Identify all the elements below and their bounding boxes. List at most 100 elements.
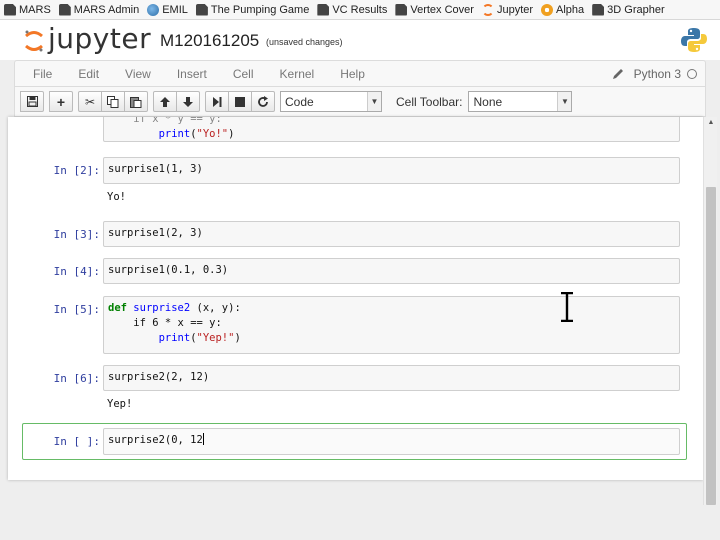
kernel-name[interactable]: Python 3 bbox=[634, 67, 681, 81]
refresh-icon bbox=[258, 95, 268, 107]
bookmark-label: The Pumping Game bbox=[210, 3, 310, 16]
arrow-down-icon bbox=[183, 96, 193, 107]
bookmark-label: Jupyter bbox=[496, 3, 534, 16]
jupyter-icon bbox=[481, 3, 494, 16]
save-button[interactable] bbox=[20, 91, 44, 112]
globe-icon bbox=[147, 3, 160, 16]
bookmark-item[interactable]: Vertex Cover bbox=[395, 3, 474, 16]
bookmark-label: Alpha bbox=[556, 3, 585, 16]
cell-input[interactable]: surprise1(0.1, 0.3) bbox=[103, 258, 680, 284]
save-status: (unsaved changes) bbox=[266, 37, 343, 47]
code-line: print("Yep!") bbox=[158, 332, 241, 344]
paste-button[interactable] bbox=[124, 91, 148, 112]
cut-button[interactable]: ✂ bbox=[78, 91, 102, 112]
step-forward-icon bbox=[213, 96, 222, 107]
code-line: if 6 * x == y: bbox=[133, 317, 222, 329]
scroll-up-icon[interactable]: ▲ bbox=[704, 117, 718, 129]
cell-toolbar-select[interactable]: None ▼ bbox=[468, 91, 573, 112]
insert-cell-button[interactable]: + bbox=[49, 91, 73, 112]
interrupt-kernel-button[interactable] bbox=[228, 91, 252, 112]
page-icon bbox=[195, 3, 208, 16]
cell-prompt: In [6]: bbox=[53, 372, 100, 385]
kernel-idle-icon bbox=[687, 68, 697, 79]
bookmark-label: MARS Admin bbox=[73, 3, 140, 16]
cell-input[interactable]: if x * y == y: print("Yo!") bbox=[103, 117, 680, 142]
copy-button[interactable] bbox=[101, 91, 125, 112]
cell-prompt: In [3]: bbox=[53, 228, 100, 241]
cell-prompt: In [4]: bbox=[53, 265, 100, 278]
bookmark-label: MARS bbox=[19, 3, 51, 16]
python-logo-icon bbox=[681, 28, 707, 52]
cell-input[interactable]: surprise1(2, 3) bbox=[103, 221, 680, 247]
move-down-button[interactable] bbox=[176, 91, 200, 112]
menu-cell[interactable]: Cell bbox=[233, 67, 254, 81]
menu-edit[interactable]: Edit bbox=[78, 67, 99, 81]
menu-kernel[interactable]: Kernel bbox=[280, 67, 315, 81]
cell-type-select[interactable]: Code ▼ bbox=[280, 91, 382, 112]
bookmark-item[interactable]: MARS Admin bbox=[58, 3, 140, 16]
bookmark-item[interactable]: 3D Grapher bbox=[592, 3, 665, 16]
cell-type-value: Code bbox=[285, 94, 314, 109]
notebook-container: if x * y == y: print("Yo!") In [2]: surp… bbox=[8, 117, 703, 480]
cell-input[interactable]: surprise1(1, 3) bbox=[103, 157, 680, 184]
kernel-indicator: Python 3 bbox=[612, 67, 697, 81]
bookmark-item[interactable]: Jupyter bbox=[481, 3, 534, 16]
cell-input[interactable]: surprise2(2, 12) bbox=[103, 365, 680, 391]
code-line: if x * y == y: bbox=[133, 117, 222, 125]
gear-icon bbox=[541, 3, 554, 16]
cell-input[interactable]: surprise2(0, 12 bbox=[103, 428, 680, 455]
bookmark-item[interactable]: EMIL bbox=[147, 3, 188, 16]
menubar: File Edit View Insert Cell Kernel Help P… bbox=[14, 60, 706, 87]
bookmark-label: 3D Grapher bbox=[607, 3, 665, 16]
notebook-toolbar: + ✂ Code ▼ Cell Toolbar: None ▼ bbox=[14, 87, 706, 117]
page-icon bbox=[395, 3, 408, 16]
code-line: print("Yo!") bbox=[158, 128, 235, 140]
page-icon bbox=[4, 3, 16, 16]
run-cell-button[interactable] bbox=[205, 91, 229, 112]
bookmark-label: VC Results bbox=[332, 3, 388, 16]
copy-icon bbox=[107, 95, 119, 108]
scissors-icon: ✂ bbox=[84, 94, 96, 109]
cell-output: Yo! bbox=[107, 191, 126, 203]
bookmark-item[interactable]: VC Results bbox=[317, 3, 388, 16]
chevron-down-icon: ▼ bbox=[367, 92, 381, 111]
cell-toolbar-label: Cell Toolbar: bbox=[396, 94, 463, 109]
cell-prompt: In [2]: bbox=[53, 164, 100, 177]
bookmark-item[interactable]: Alpha bbox=[541, 3, 585, 16]
page-icon bbox=[58, 3, 71, 16]
chevron-down-icon: ▼ bbox=[557, 92, 572, 111]
bookmark-label: EMIL bbox=[162, 3, 188, 16]
bookmark-label: Vertex Cover bbox=[410, 3, 474, 16]
bookmarks-bar: MARS MARS Admin EMIL The Pumping Game VC Res… bbox=[0, 0, 720, 20]
text-cursor bbox=[202, 433, 204, 445]
notebook-header: jupyter M120161205 (unsaved changes) bbox=[0, 20, 720, 60]
bookmark-item[interactable]: The Pumping Game bbox=[195, 3, 310, 16]
pencil-icon[interactable] bbox=[612, 68, 624, 80]
plus-icon: + bbox=[56, 93, 66, 110]
notebook-title[interactable]: M120161205 bbox=[160, 31, 259, 51]
menu-help[interactable]: Help bbox=[340, 67, 365, 81]
jupyter-logo-icon bbox=[25, 30, 43, 52]
save-icon bbox=[26, 96, 38, 107]
cell-toolbar-value: None bbox=[473, 94, 503, 109]
page-icon bbox=[592, 3, 605, 16]
code-text: surprise2(0, 12 bbox=[108, 434, 203, 446]
cell-prompt: In [ ]: bbox=[53, 435, 100, 448]
ibeam-cursor-icon bbox=[561, 292, 573, 322]
cell-prompt: In [5]: bbox=[53, 303, 100, 316]
restart-kernel-button[interactable] bbox=[251, 91, 275, 112]
bookmark-item[interactable]: MARS bbox=[4, 3, 51, 16]
code-line: def surprise2 (x, y): bbox=[108, 302, 241, 314]
menu-view[interactable]: View bbox=[125, 67, 151, 81]
menu-file[interactable]: File bbox=[33, 67, 52, 81]
scrollbar-thumb[interactable] bbox=[706, 187, 716, 505]
stop-icon bbox=[235, 96, 245, 107]
move-up-button[interactable] bbox=[153, 91, 177, 112]
menu-insert[interactable]: Insert bbox=[177, 67, 207, 81]
paste-icon bbox=[130, 96, 142, 108]
vertical-scrollbar[interactable]: ▲ bbox=[703, 117, 717, 505]
cell-output: Yep! bbox=[107, 398, 133, 410]
jupyter-logo-text[interactable]: jupyter bbox=[48, 22, 151, 55]
cell-input[interactable]: def surprise2 (x, y): if 6 * x == y: pri… bbox=[103, 296, 680, 354]
page-icon bbox=[317, 3, 330, 16]
